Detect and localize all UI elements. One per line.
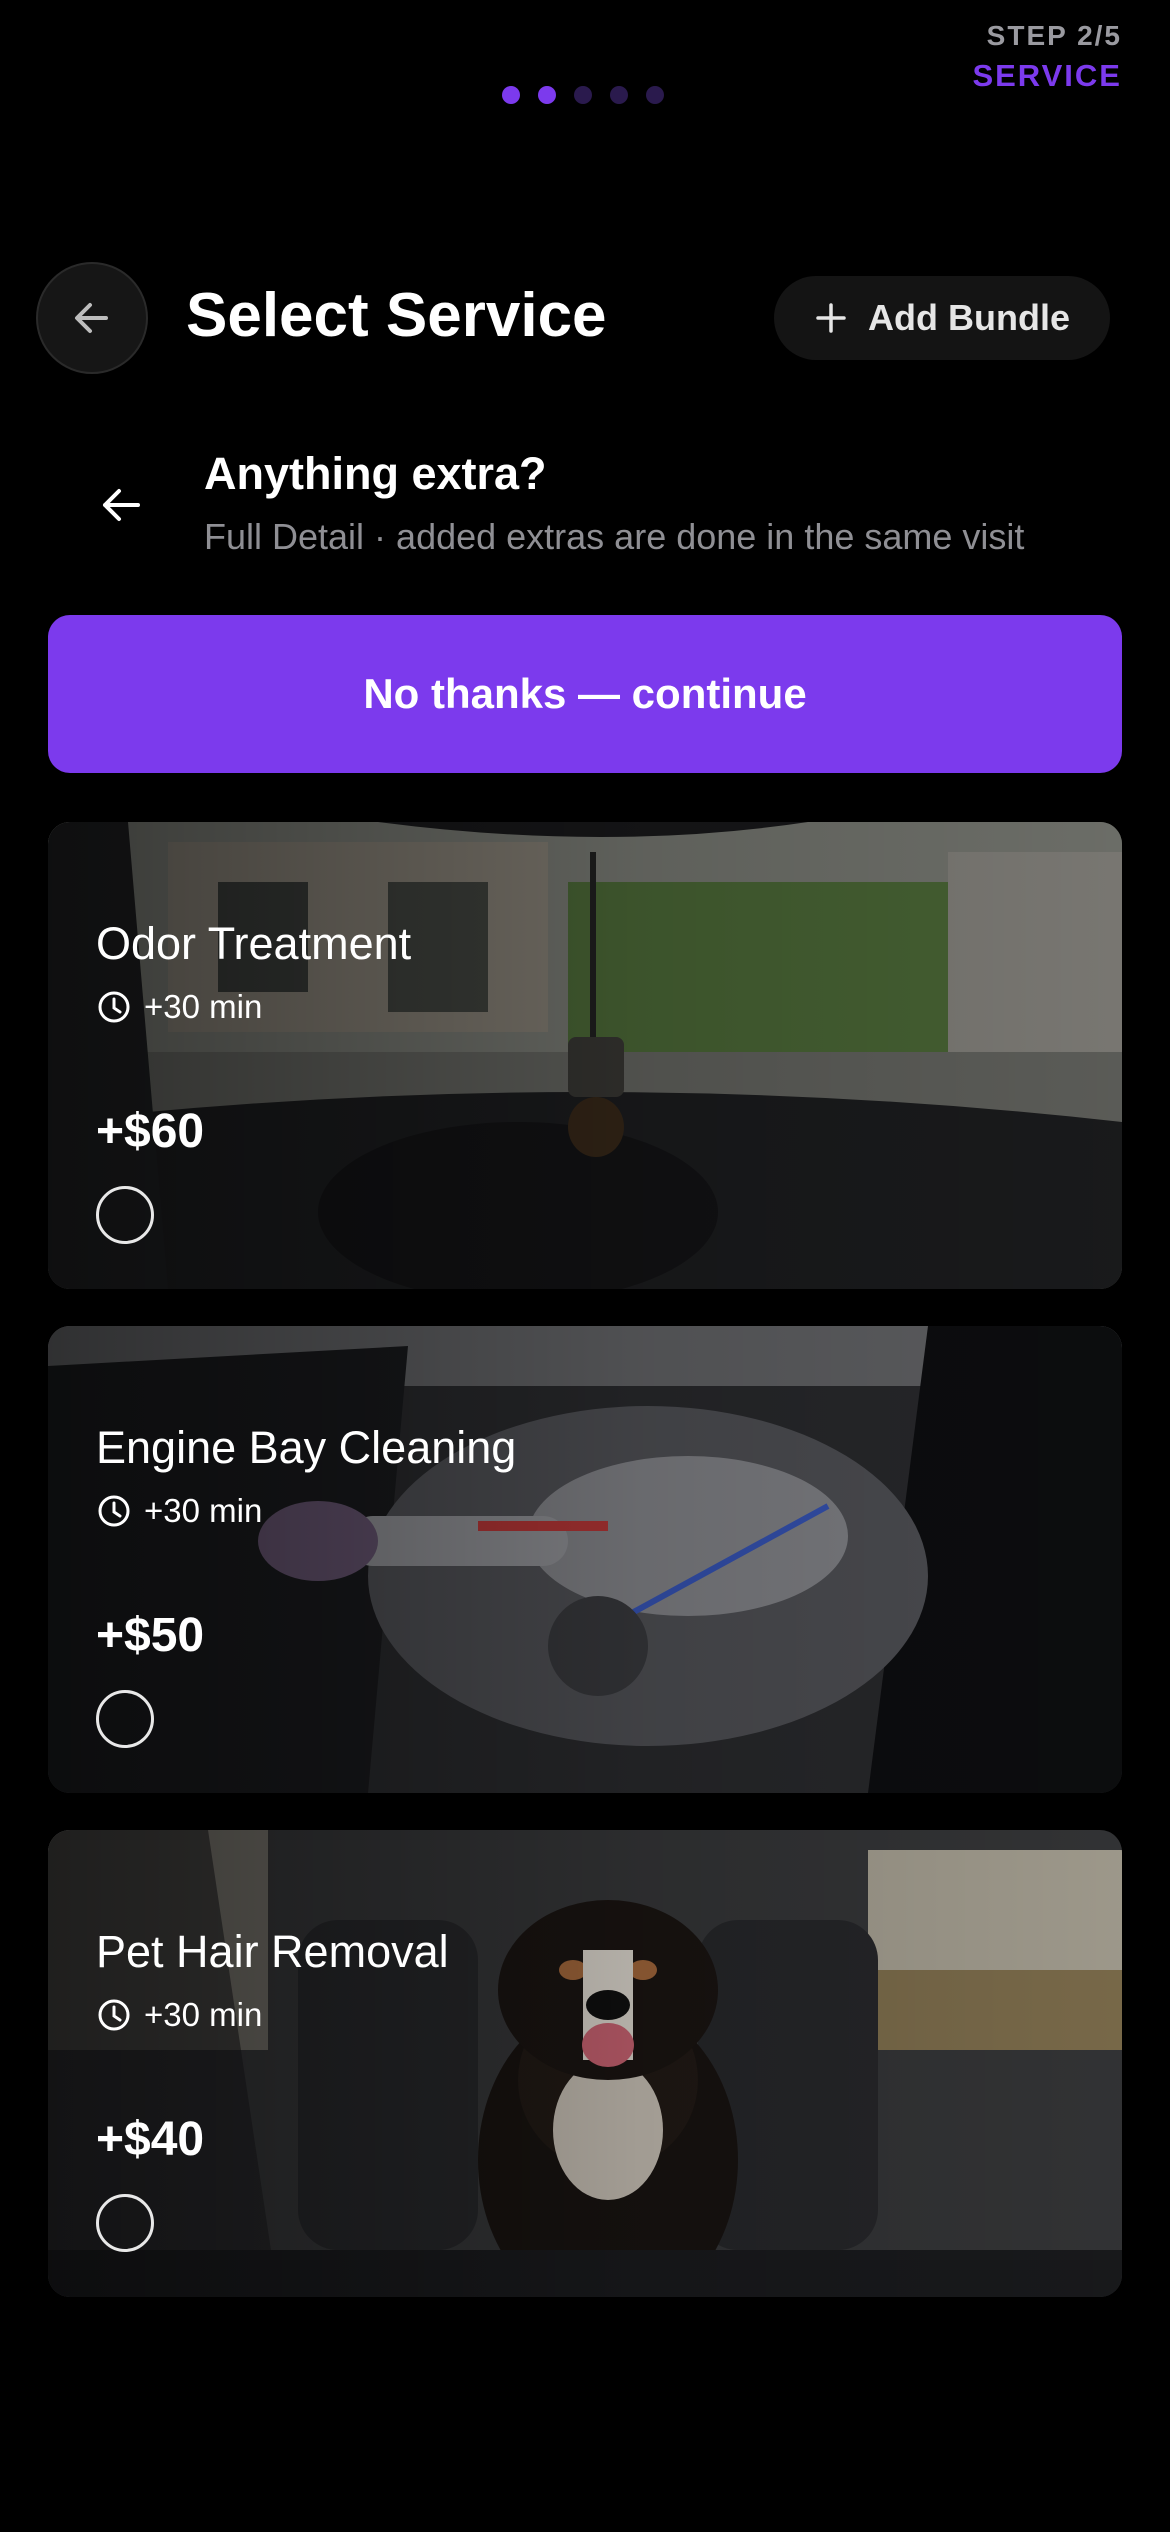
addon-name: Pet Hair Removal [96, 1926, 449, 1977]
addon-duration: +30 min [96, 1492, 262, 1530]
step-dot-2 [538, 86, 556, 104]
addon-price: +$40 [96, 2113, 205, 2166]
addon-price: +$50 [96, 1609, 205, 1662]
addon-duration-text: +30 min [144, 1492, 263, 1529]
photo-overlay [48, 1830, 1122, 2297]
extras-subtitle: Full Detail · added extras are done in t… [204, 516, 1025, 557]
addon-name: Odor Treatment [96, 918, 412, 969]
step-dot-4 [610, 86, 628, 104]
addon-select-radio[interactable] [96, 1690, 154, 1748]
addon-select-radio[interactable] [96, 2194, 154, 2252]
addon-card-odor-treatment[interactable]: Odor Treatment +30 min +$60 [48, 822, 1122, 1289]
step-dot-1 [502, 86, 520, 104]
add-bundle-label: Add Bundle [868, 297, 1070, 338]
clock-icon [98, 1495, 130, 1527]
step-count: STEP 2/5 [986, 20, 1122, 51]
page-title: Select Service [186, 281, 607, 350]
addon-duration-text: +30 min [144, 1996, 263, 2033]
step-dot-3 [574, 86, 592, 104]
step-name: SERVICE [972, 58, 1122, 93]
clock-icon [98, 991, 130, 1023]
addon-name: Engine Bay Cleaning [96, 1422, 517, 1473]
back-button[interactable] [36, 262, 148, 374]
addon-duration-text: +30 min [144, 988, 263, 1025]
extras-back-arrow-icon[interactable] [96, 480, 146, 530]
addon-duration: +30 min [96, 988, 262, 1026]
arrow-left-icon [75, 303, 108, 333]
addon-select-radio[interactable] [96, 1186, 154, 1244]
addon-card-engine-bay-cleaning[interactable]: Engine Bay Cleaning +30 min +$50 [48, 1326, 1122, 1793]
extras-title: Anything extra? [204, 448, 547, 499]
no-thanks-continue-button[interactable]: No thanks — continue [48, 615, 1122, 773]
step-dot-5 [646, 86, 664, 104]
plus-icon [816, 303, 846, 333]
addon-price: +$60 [96, 1105, 205, 1158]
addon-card-pet-hair-removal[interactable]: Pet Hair Removal +30 min +$40 [48, 1830, 1122, 2297]
photo-overlay [48, 822, 1122, 1289]
addon-duration: +30 min [96, 1996, 262, 2034]
step-indicator: STEP 2/5 SERVICE [972, 20, 1122, 94]
photo-overlay [48, 1326, 1122, 1793]
step-progress-dots [502, 86, 664, 104]
add-bundle-button[interactable]: Add Bundle [774, 276, 1110, 360]
clock-icon [98, 1999, 130, 2031]
